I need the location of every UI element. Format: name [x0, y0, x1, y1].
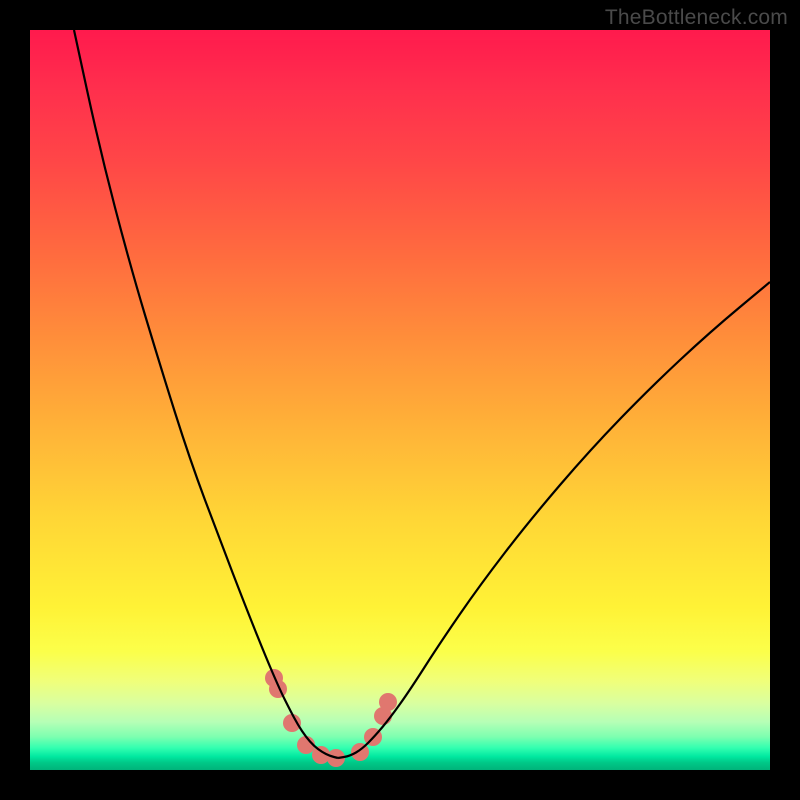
plot-area: [30, 30, 770, 770]
marker-dot: [379, 693, 397, 711]
right-curve-path: [338, 282, 770, 758]
curve-overlay: [30, 30, 770, 770]
left-curve-path: [74, 30, 338, 758]
dot-markers: [265, 669, 397, 767]
chart-container: TheBottleneck.com: [0, 0, 800, 800]
watermark-text: TheBottleneck.com: [605, 6, 788, 30]
